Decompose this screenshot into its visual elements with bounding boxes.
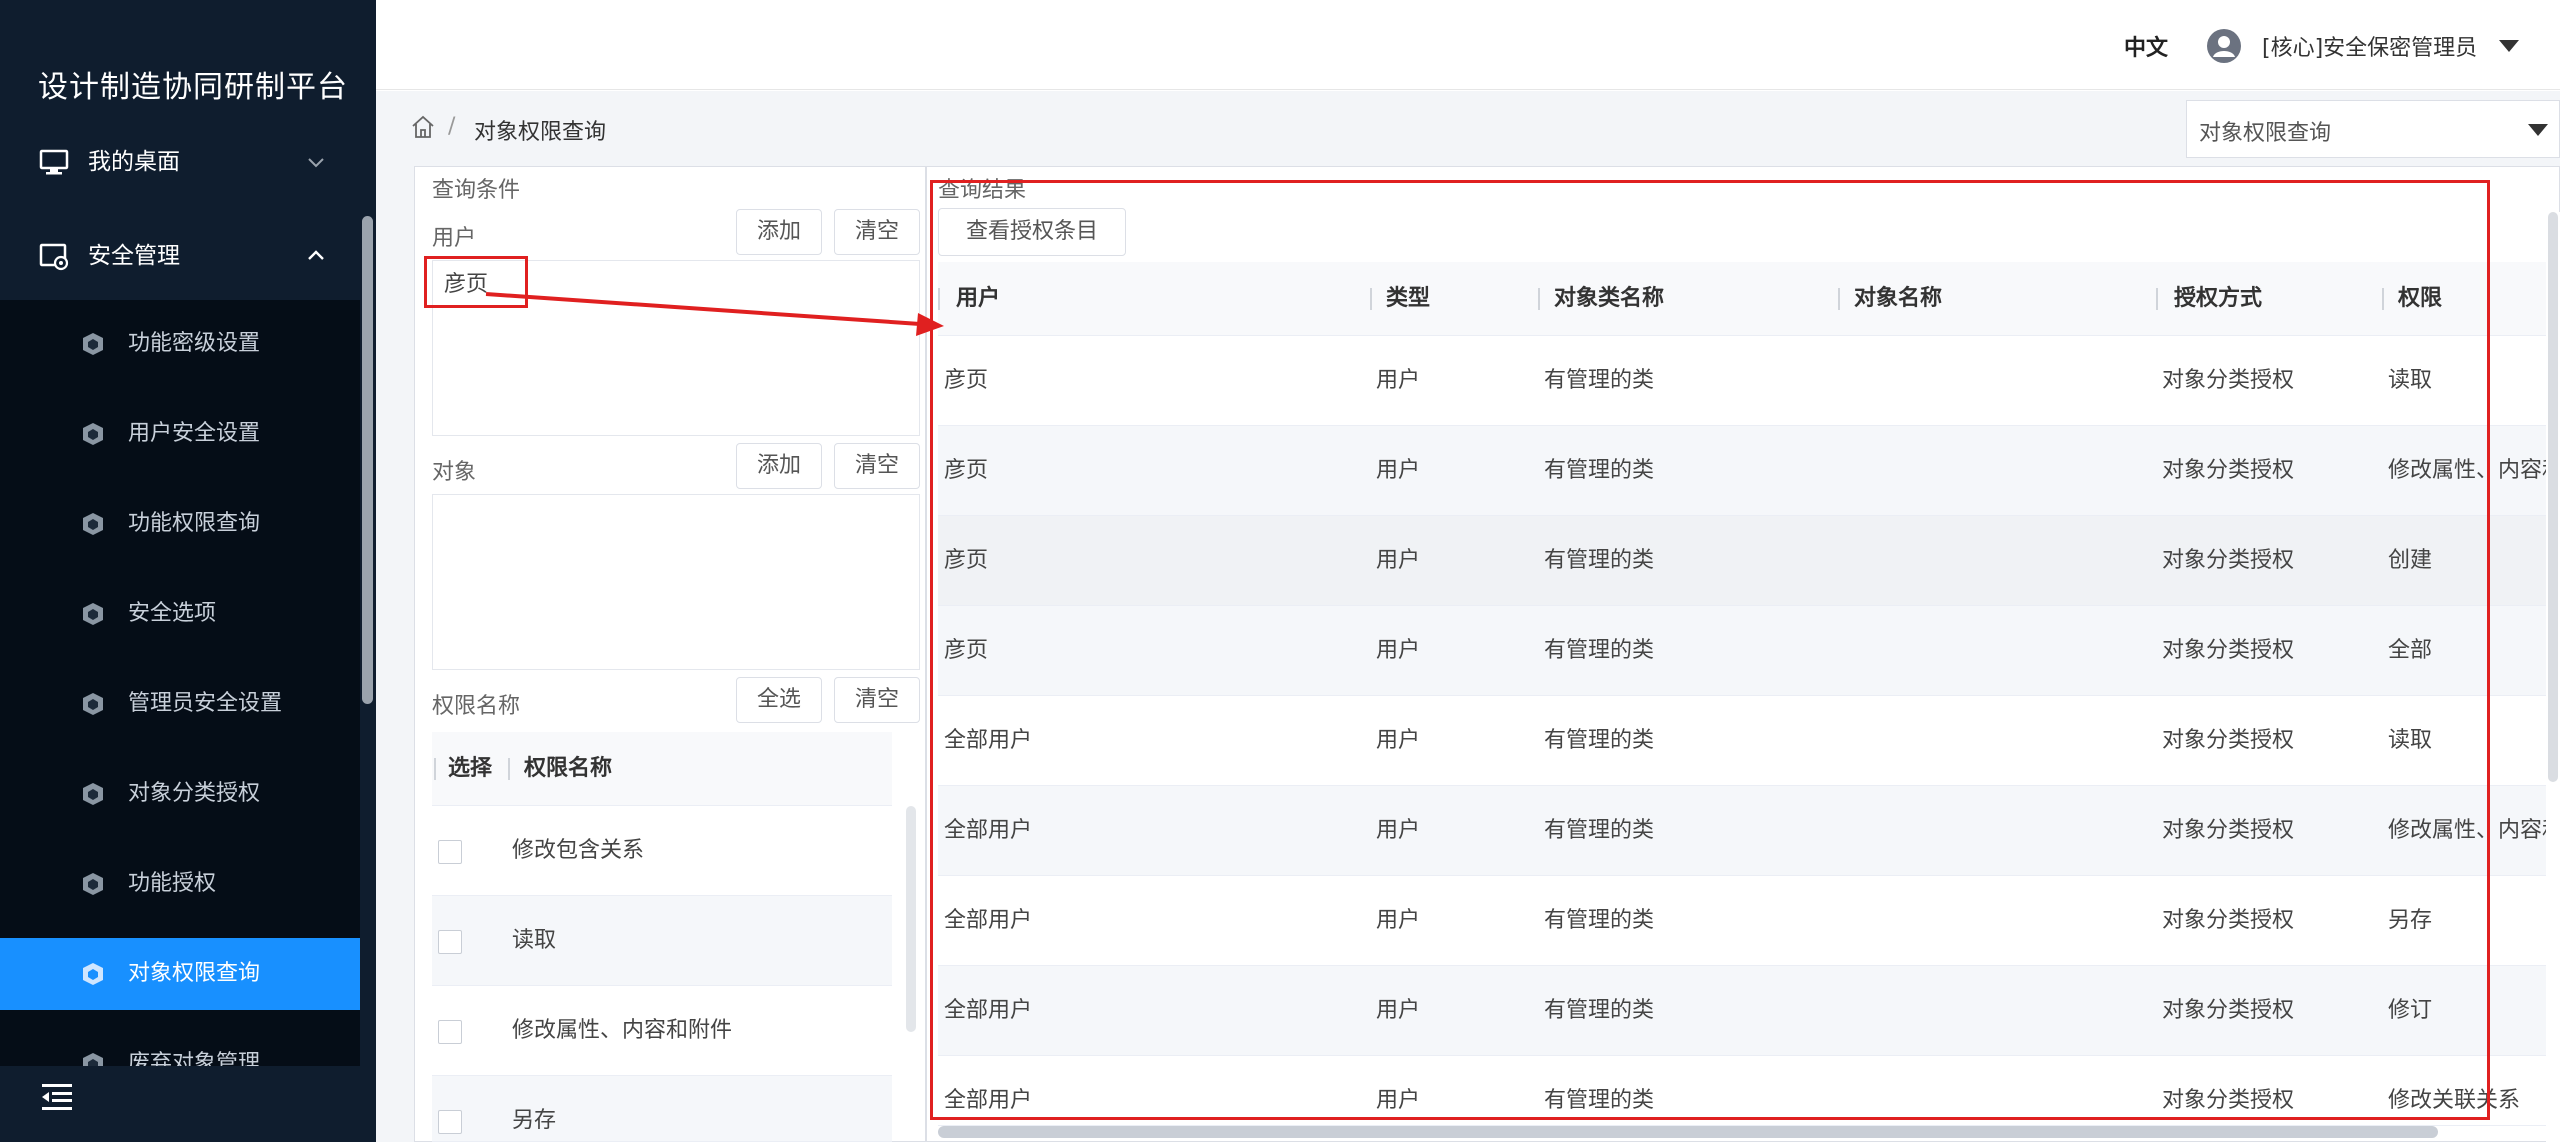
page-select[interactable]: 对象权限查询 — [2186, 100, 2560, 158]
sidebar-item-label: 对象权限查询 — [128, 961, 261, 986]
sidebar-item-object-class-authorization[interactable]: 对象分类授权 — [0, 758, 360, 830]
sidebar-item-label: 功能权限查询 — [128, 511, 261, 536]
permission-name: 读取 — [512, 928, 557, 953]
permission-table-header: 选择 权限名称 — [432, 732, 892, 806]
permission-checkbox[interactable] — [438, 930, 462, 954]
permission-row[interactable]: 修改属性、内容和附件 — [432, 986, 892, 1076]
sidebar-item-admin-security[interactable]: 管理员安全设置 — [0, 668, 360, 740]
permission-name: 修改属性、内容和附件 — [512, 1018, 733, 1043]
add-user-button[interactable]: 添加 — [736, 209, 822, 255]
cube-icon — [83, 963, 103, 985]
cube-icon — [83, 423, 103, 445]
column-divider — [434, 758, 436, 780]
cube-icon — [83, 1053, 103, 1066]
cube-icon — [83, 693, 103, 715]
sidebar-item-security[interactable]: 安全管理 — [0, 208, 376, 304]
clear-permission-button[interactable]: 清空 — [834, 677, 920, 723]
language-switch[interactable]: 中文 — [2124, 30, 2168, 62]
sidebar-item-label: 废弃对象管理 — [128, 1051, 261, 1066]
breadcrumb-separator: / — [448, 114, 456, 139]
home-icon[interactable] — [410, 114, 436, 140]
sidebar-item-label: 对象分类授权 — [128, 781, 261, 806]
results-horizontal-scrollbar[interactable] — [938, 1126, 2438, 1138]
app-title: 设计制造协同研制平台 — [38, 70, 348, 105]
sidebar-item-label: 安全选项 — [128, 601, 217, 626]
column-permission-name: 权限名称 — [524, 756, 613, 781]
annotation-highlight-results — [930, 180, 2490, 1120]
monitor-icon — [39, 149, 69, 175]
query-title: 查询条件 — [432, 178, 521, 203]
permission-row[interactable]: 修改包含关系 — [432, 806, 892, 896]
chevron-down-icon[interactable] — [304, 150, 328, 174]
sidebar-item-label: 安全管理 — [88, 243, 180, 269]
cube-icon — [83, 873, 103, 895]
results-vertical-scrollbar[interactable] — [2548, 212, 2558, 782]
clear-user-button[interactable]: 清空 — [834, 209, 920, 255]
object-list-box[interactable] — [432, 494, 920, 670]
add-object-button[interactable]: 添加 — [736, 443, 822, 489]
permission-row[interactable]: 读取 — [432, 896, 892, 986]
sidebar-item-label: 功能密级设置 — [128, 331, 261, 356]
permission-name: 修改包含关系 — [512, 838, 645, 863]
permission-name: 另存 — [512, 1108, 557, 1133]
permission-checkbox[interactable] — [438, 1020, 462, 1044]
sidebar-item-function-authorization[interactable]: 功能授权 — [0, 848, 360, 920]
user-label: 用户 — [432, 226, 477, 251]
sidebar-item-obsolete-object-management[interactable]: 废弃对象管理 — [0, 1028, 360, 1066]
annotation-highlight-selected-user — [424, 256, 528, 308]
collapse-menu-icon[interactable] — [40, 1080, 74, 1114]
cube-icon — [83, 783, 103, 805]
security-settings-icon — [39, 243, 69, 271]
object-label: 对象 — [432, 460, 477, 485]
cube-icon — [83, 603, 103, 625]
permission-label: 权限名称 — [432, 694, 521, 719]
sidebar-item-desktop[interactable]: 我的桌面 — [0, 114, 376, 210]
sidebar-item-label: 管理员安全设置 — [128, 691, 283, 716]
column-select: 选择 — [448, 756, 493, 781]
select-all-button[interactable]: 全选 — [736, 677, 822, 723]
sidebar-item-label: 功能授权 — [128, 871, 217, 896]
sidebar-item-label: 用户安全设置 — [128, 421, 261, 446]
sidebar-item-security-options[interactable]: 安全选项 — [0, 578, 360, 650]
breadcrumb-current: 对象权限查询 — [474, 120, 607, 145]
permission-row[interactable]: 另存 — [432, 1076, 892, 1142]
chevron-up-icon[interactable] — [304, 244, 328, 268]
column-divider — [508, 758, 510, 780]
cube-icon — [83, 513, 103, 535]
sidebar-item-function-classification[interactable]: 功能密级设置 — [0, 308, 360, 380]
sidebar-item-label: 我的桌面 — [88, 149, 180, 175]
sidebar-item-user-security[interactable]: 用户安全设置 — [0, 398, 360, 470]
cube-icon — [83, 333, 103, 355]
user-name[interactable]: [核心]安全保密管理员 — [2262, 30, 2477, 62]
sidebar-item-function-permission-query[interactable]: 功能权限查询 — [0, 488, 360, 560]
page-select-value: 对象权限查询 — [2199, 121, 2332, 146]
avatar-icon[interactable] — [2206, 28, 2242, 64]
permission-checkbox[interactable] — [438, 840, 462, 864]
caret-down-icon — [2528, 124, 2548, 136]
sidebar-item-object-permission-query[interactable]: 对象权限查询 — [0, 938, 360, 1010]
permission-scrollbar[interactable] — [906, 806, 916, 1032]
caret-down-icon[interactable] — [2498, 38, 2520, 54]
permission-checkbox[interactable] — [438, 1110, 462, 1134]
security-submenu: 功能密级设置 用户安全设置 功能权限查询 安全选项 管理员安全设置 对象分类授权… — [0, 300, 360, 1066]
clear-object-button[interactable]: 清空 — [834, 443, 920, 489]
sidebar-scrollbar[interactable] — [362, 216, 373, 704]
